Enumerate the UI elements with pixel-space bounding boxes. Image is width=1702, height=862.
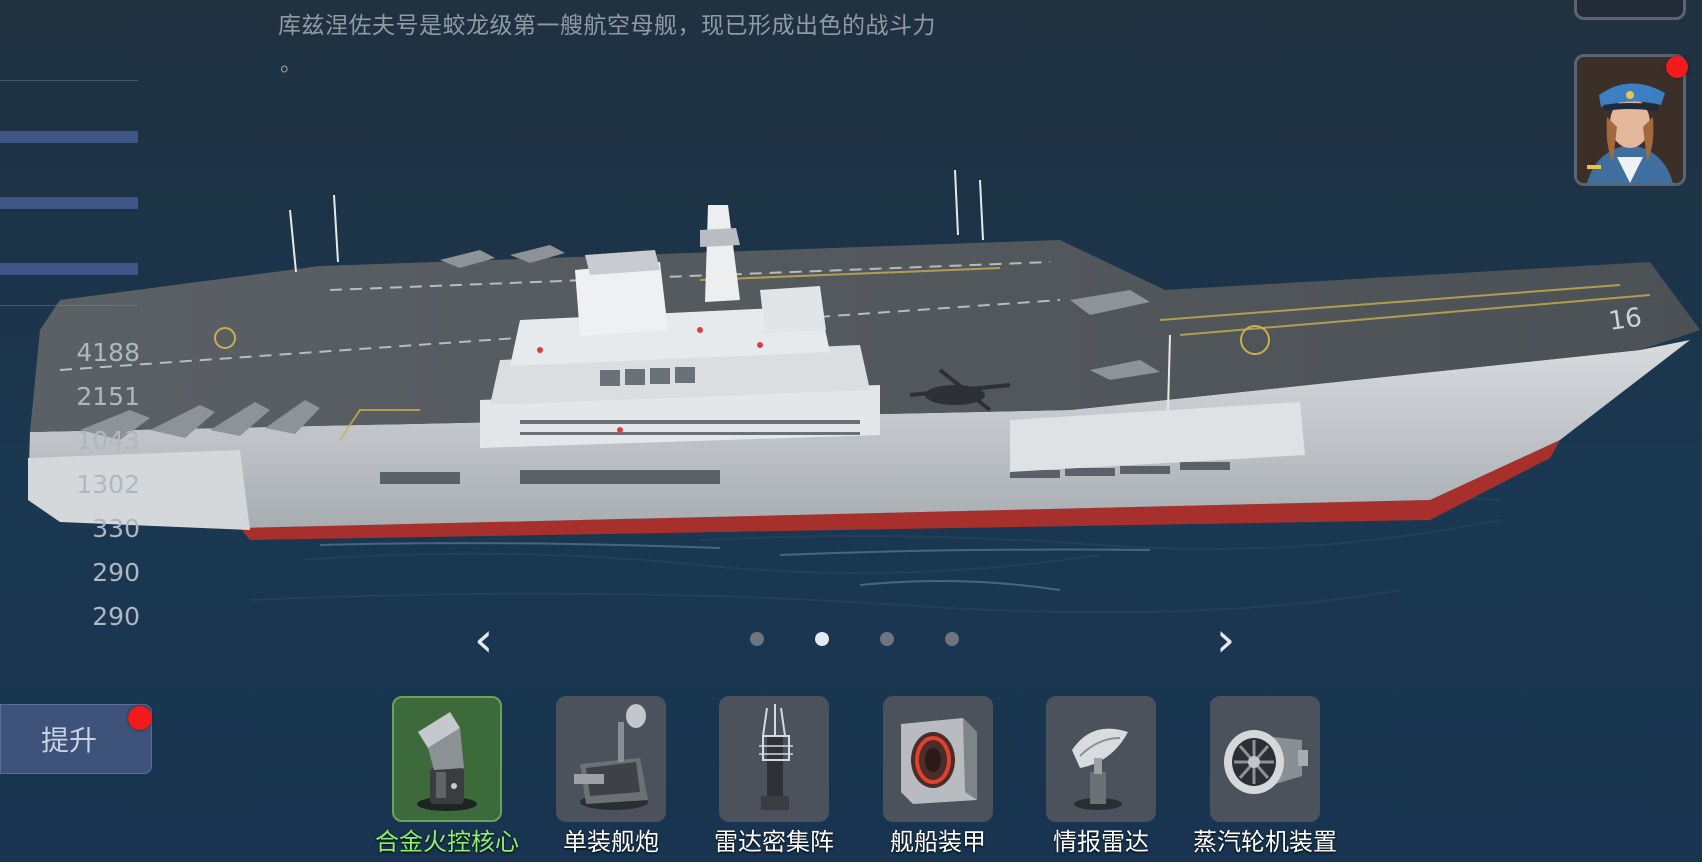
stat-value: 290 — [92, 602, 140, 631]
aircraft-carrier-model: 16 — [28, 169, 1700, 540]
stat-value: 290 — [92, 558, 140, 587]
ship-description-end: 。 — [280, 52, 303, 77]
stat-divider — [0, 80, 138, 81]
stat-divider — [0, 305, 138, 306]
equipment-slot-ship-armor[interactable] — [883, 696, 993, 822]
hull-number-text: 16 — [1607, 303, 1644, 337]
ship-description: 库兹涅佐夫号是蛟龙级第一艘航空母舰，现已形成出色的战斗力 — [278, 13, 936, 39]
stat-bar — [0, 197, 138, 209]
prev-page-arrow[interactable]: ‹ — [474, 616, 493, 664]
next-page-arrow[interactable]: › — [1216, 616, 1235, 664]
upgrade-button-label: 提升 — [41, 724, 98, 757]
radar-array-icon — [759, 704, 793, 810]
page-dot[interactable] — [750, 632, 764, 646]
page-dot[interactable] — [945, 632, 959, 646]
stat-value: 2151 — [76, 382, 140, 411]
steam-turbine-icon — [1224, 730, 1308, 794]
stat-value: 4188 — [76, 338, 140, 367]
equipment-slot-fire-control[interactable] — [392, 696, 502, 822]
stat-value: 1302 — [76, 470, 140, 499]
stat-bar — [0, 131, 138, 143]
equipment-label-steam-turbine: 蒸汽轮机装置 — [1193, 828, 1337, 856]
top-right-frame[interactable] — [1574, 0, 1686, 20]
sea-background: 16 — [28, 169, 1700, 614]
equipment-slot-steam-turbine[interactable] — [1210, 696, 1320, 822]
commander-avatar-icon — [1577, 57, 1683, 183]
game-scene: 16 库兹涅佐夫号是蛟龙级第一艘航空母舰，现已形成出色的战斗力 。 4188 2… — [0, 0, 1702, 862]
commander-notification-dot — [1666, 56, 1688, 78]
page-dot-active[interactable] — [815, 632, 829, 646]
naval-gun-icon — [574, 704, 648, 810]
equipment-slot-radar-array[interactable] — [719, 696, 829, 822]
stat-bar — [0, 263, 138, 275]
equipment-slot-naval-gun[interactable] — [556, 696, 666, 822]
fire-control-icon — [417, 712, 477, 811]
intel-radar-icon — [1072, 728, 1128, 810]
equipment-slot-intel-radar[interactable] — [1046, 696, 1156, 822]
ship-armor-icon — [901, 718, 977, 804]
stat-value: 1043 — [76, 426, 140, 455]
page-dot[interactable] — [880, 632, 894, 646]
stat-value: 330 — [92, 514, 140, 543]
upgrade-notification-dot — [128, 706, 152, 730]
